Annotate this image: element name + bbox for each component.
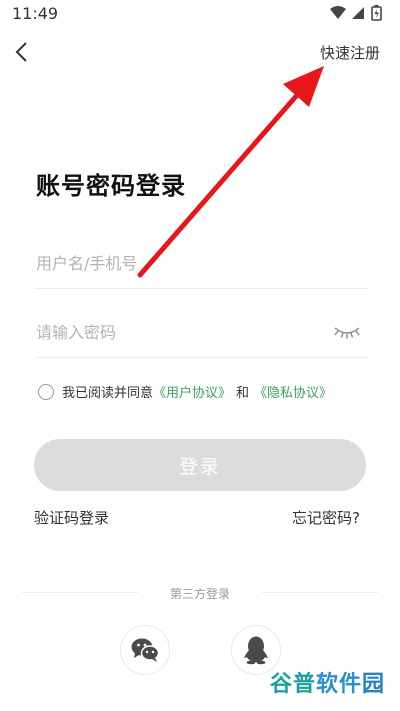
watermark-part2: 软件 [316, 672, 363, 697]
signal-icon [352, 7, 364, 19]
agreement-row: 我已阅读并同意 《用户协议》 和 《隐私协议》 [38, 382, 332, 401]
watermark-logo: 谷普软件园 [270, 666, 385, 698]
password-field-row [36, 309, 368, 358]
eye-closed-icon[interactable] [332, 323, 362, 341]
watermark-part1: 谷普 [270, 672, 317, 697]
username-input[interactable] [36, 240, 306, 286]
login-button[interactable]: 登录 [34, 439, 366, 491]
agreement-prefix: 我已阅读并同意 [62, 386, 154, 401]
privacy-agreement-link[interactable]: 《隐私协议》 [254, 382, 332, 401]
wechat-login-button[interactable] [120, 625, 170, 675]
agreement-and: 和 [236, 386, 250, 401]
qq-penguin-icon [244, 636, 268, 665]
quick-register-link[interactable]: 快速注册 [320, 42, 380, 63]
forgot-password-link[interactable]: 忘记密码? [292, 507, 360, 528]
user-agreement-link[interactable]: 《用户协议》 [153, 382, 231, 401]
sms-login-link[interactable]: 验证码登录 [34, 507, 109, 528]
watermark-part3: 园 [362, 672, 386, 697]
battery-icon [371, 5, 382, 21]
username-field-row [36, 240, 368, 289]
wifi-icon [330, 6, 346, 19]
page-title: 账号密码登录 [36, 172, 186, 200]
wechat-icon [131, 638, 160, 662]
password-input[interactable] [36, 309, 306, 355]
agreement-checkbox[interactable] [38, 383, 54, 400]
status-time: 11:49 [12, 4, 59, 23]
back-arrow-icon[interactable] [10, 40, 34, 64]
status-icons [330, 5, 382, 21]
third-party-label: 第三方登录 [169, 587, 230, 601]
